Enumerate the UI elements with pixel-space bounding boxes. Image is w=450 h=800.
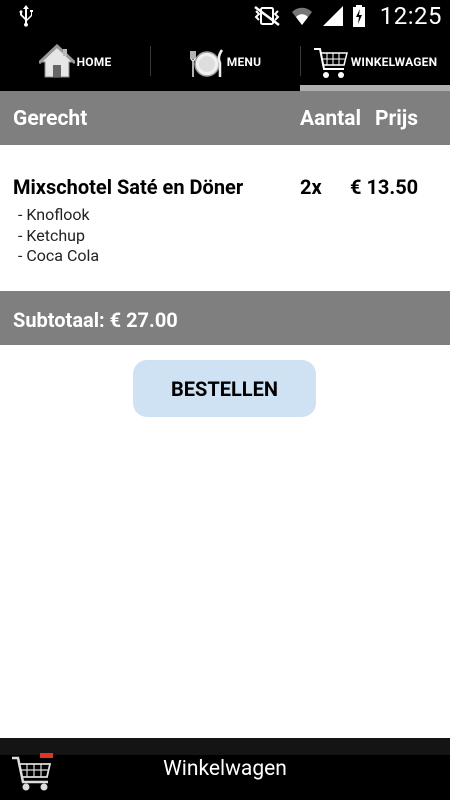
tab-label-menu: MENU — [226, 54, 262, 69]
header-dish: Gerecht — [13, 107, 88, 131]
header-quantity: Aantal — [300, 107, 362, 131]
bottom-bar-title: Winkelwagen — [163, 757, 287, 781]
status-time: 12:25 — [379, 2, 442, 30]
order-button[interactable]: BESTELLEN — [133, 360, 316, 417]
item-extra: - Coca Cola — [18, 246, 100, 265]
status-bar: 12:25 — [0, 0, 450, 32]
header-price: Prijs — [375, 107, 419, 131]
shopping-cart-icon — [313, 47, 348, 78]
tab-menu[interactable]: MENU — [150, 32, 300, 91]
vibrate-mute-icon — [253, 6, 280, 26]
plate-cutlery-icon — [190, 48, 223, 77]
item-quantity: 2x — [300, 175, 322, 199]
subtotal-label: Subtotaal: € 27.00 — [13, 308, 178, 332]
item-extra: - Knoflook — [18, 205, 90, 224]
item-extra: - Ketchup — [18, 225, 85, 245]
bottom-bar-strip — [0, 738, 450, 755]
item-extras: - Knoflook - Ketchup - Coca Cola — [18, 205, 99, 267]
tab-bar: HOME MENU WINKELWAGEN — [0, 32, 450, 91]
tab-winkelwagen[interactable]: WINKELWAGEN — [300, 32, 450, 91]
battery-icon — [352, 5, 365, 27]
cart-table-header: Gerecht Aantal Prijs — [0, 91, 450, 145]
wifi-icon — [291, 7, 312, 26]
signal-icon — [322, 6, 343, 26]
tab-home[interactable]: HOME — [0, 32, 150, 91]
tab-label-home: HOME — [76, 54, 112, 69]
item-name: Mixschotel Saté en Döner — [13, 175, 244, 199]
item-price: € 13.50 — [350, 175, 419, 199]
tab-label-winkelwagen: WINKELWAGEN — [350, 54, 438, 69]
cart-item[interactable]: Mixschotel Saté en Döner 2x € 13.50 - Kn… — [0, 145, 450, 291]
home-icon — [38, 43, 75, 77]
subtotal-bar: Subtotaal: € 27.00 — [0, 291, 450, 345]
bottom-action-bar: Winkelwagen — [0, 738, 450, 800]
usb-icon — [19, 5, 33, 27]
